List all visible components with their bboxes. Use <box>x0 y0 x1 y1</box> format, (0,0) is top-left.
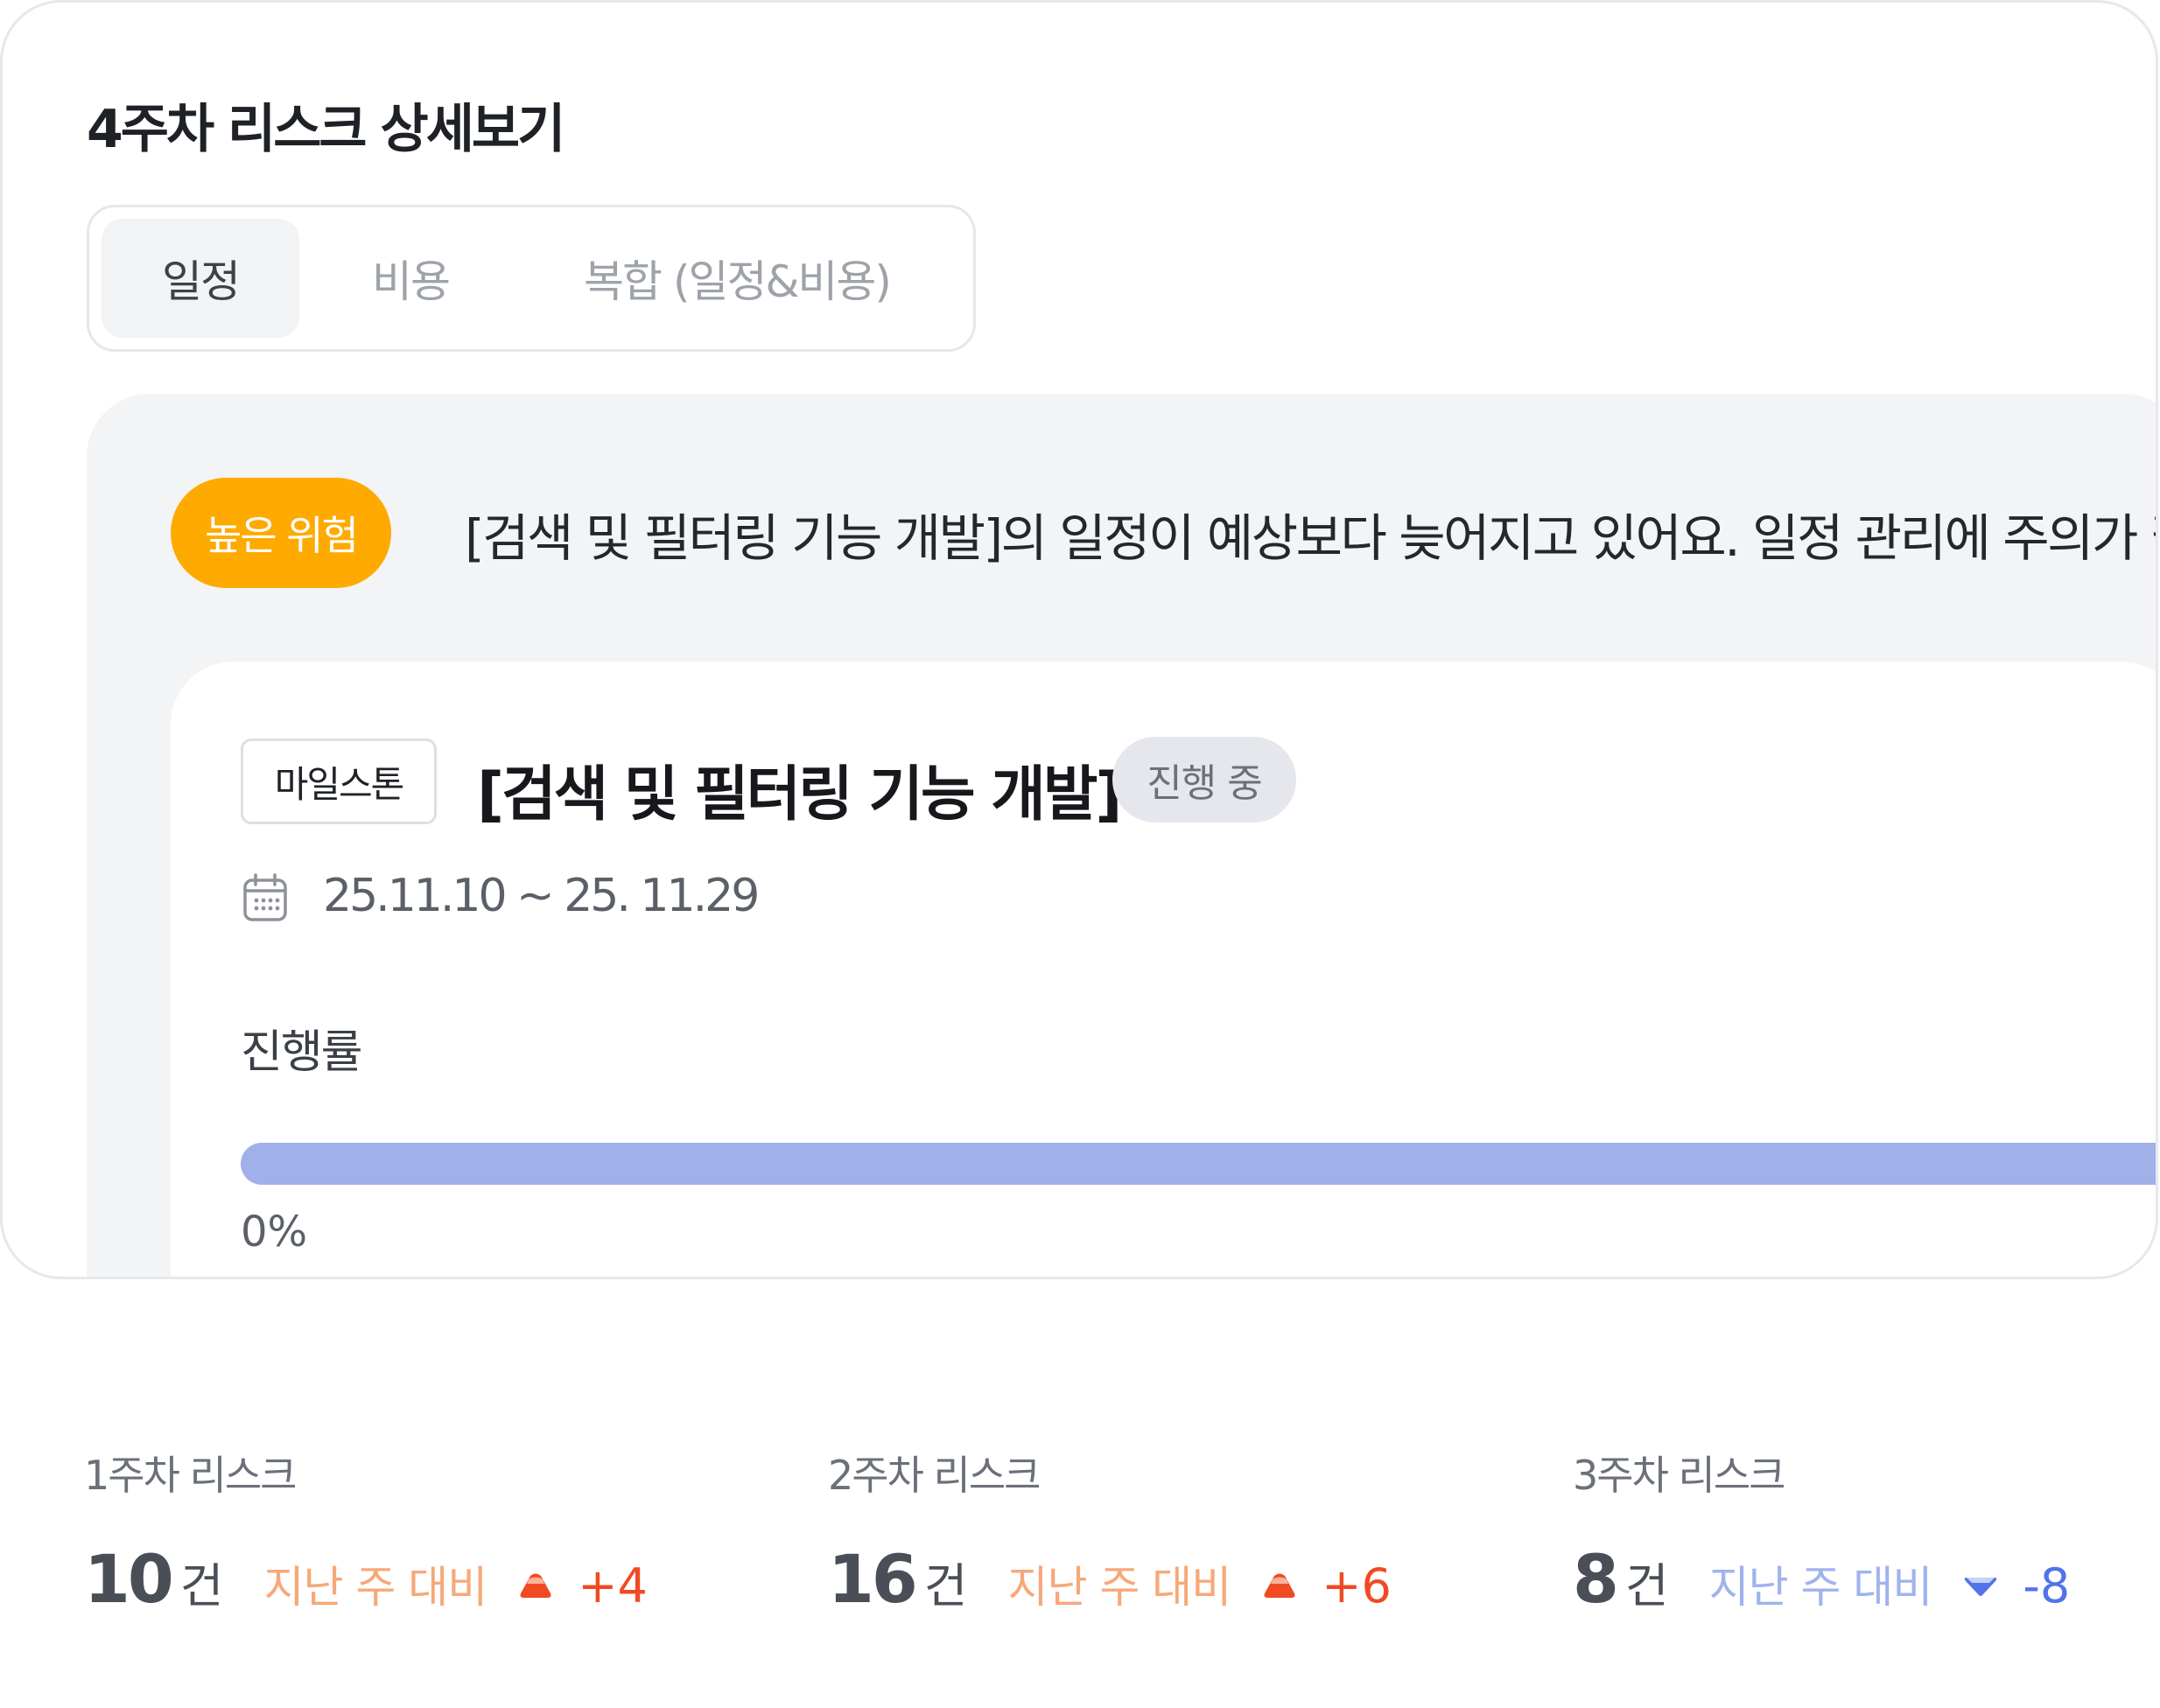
status-badge: 진행 중 <box>1112 737 1296 822</box>
trend-up-icon <box>1264 1573 1295 1598</box>
progress-value: 0% <box>241 1208 308 1256</box>
milestone-tag: 마일스톤 <box>241 738 437 824</box>
risk-message: [검색 및 필터링 기능 개발]의 일정이 예상보다 늦어지고 있어요. 일정 … <box>465 508 2158 568</box>
week-2-risk-stat: 2주차 리스크 16 건 지난 주 대비 +6 <box>828 1444 1392 1618</box>
stat-unit: 건 <box>1624 1558 1669 1614</box>
week-3-risk-stat: 3주차 리스크 8 건 지난 주 대비 -8 <box>1573 1444 2070 1618</box>
tab-schedule[interactable]: 일정 <box>102 219 299 338</box>
tab-group: 일정 비용 복합 (일정&비용) <box>87 205 976 352</box>
page-title: 4주차 리스크 상세보기 <box>87 99 565 160</box>
stat-delta: +6 <box>1322 1558 1392 1614</box>
trend-up-icon <box>520 1573 551 1598</box>
stat-compare-label: 지난 주 대비 <box>1708 1562 1933 1613</box>
stat-compare-label: 지난 주 대비 <box>1007 1562 1231 1613</box>
stat-count: 16 <box>828 1540 918 1618</box>
stat-label: 3주차 리스크 <box>1573 1452 1785 1499</box>
risk-detail-card: 4주차 리스크 상세보기 일정 비용 복합 (일정&비용) 높은 위험 [검색 … <box>0 0 2158 1279</box>
calendar-icon <box>243 873 287 921</box>
milestone-title: [검색 및 필터링 기능 개발] <box>477 760 1122 830</box>
risk-level-badge: 높은 위험 <box>171 478 391 588</box>
stat-label: 1주차 리스크 <box>84 1452 297 1499</box>
tab-cost[interactable]: 비용 <box>336 219 485 338</box>
date-range: 25.11.10 ~ 25. 11.29 <box>323 870 760 922</box>
stat-count: 8 <box>1573 1540 1619 1618</box>
risk-panel: 높은 위험 [검색 및 필터링 기능 개발]의 일정이 예상보다 늦어지고 있어… <box>87 394 2158 1277</box>
progress-bar <box>241 1143 2156 1185</box>
milestone-card: 마일스톤 [검색 및 필터링 기능 개발] 진행 중 25.11.10 ~ 25… <box>171 662 2156 1277</box>
trend-down-icon <box>1965 1578 1997 1596</box>
stat-unit: 건 <box>923 1558 968 1614</box>
stat-delta: -8 <box>2023 1558 2071 1614</box>
progress-label: 진행률 <box>241 1026 363 1079</box>
week-1-risk-stat: 1주차 리스크 10 건 지난 주 대비 +4 <box>84 1444 648 1618</box>
stat-compare-label: 지난 주 대비 <box>263 1562 487 1613</box>
stat-label: 2주차 리스크 <box>828 1452 1041 1499</box>
stat-count: 10 <box>84 1540 174 1618</box>
tab-combined[interactable]: 복합 (일정&비용) <box>518 219 956 338</box>
stat-unit: 건 <box>179 1558 224 1614</box>
stat-delta: +4 <box>578 1558 648 1614</box>
